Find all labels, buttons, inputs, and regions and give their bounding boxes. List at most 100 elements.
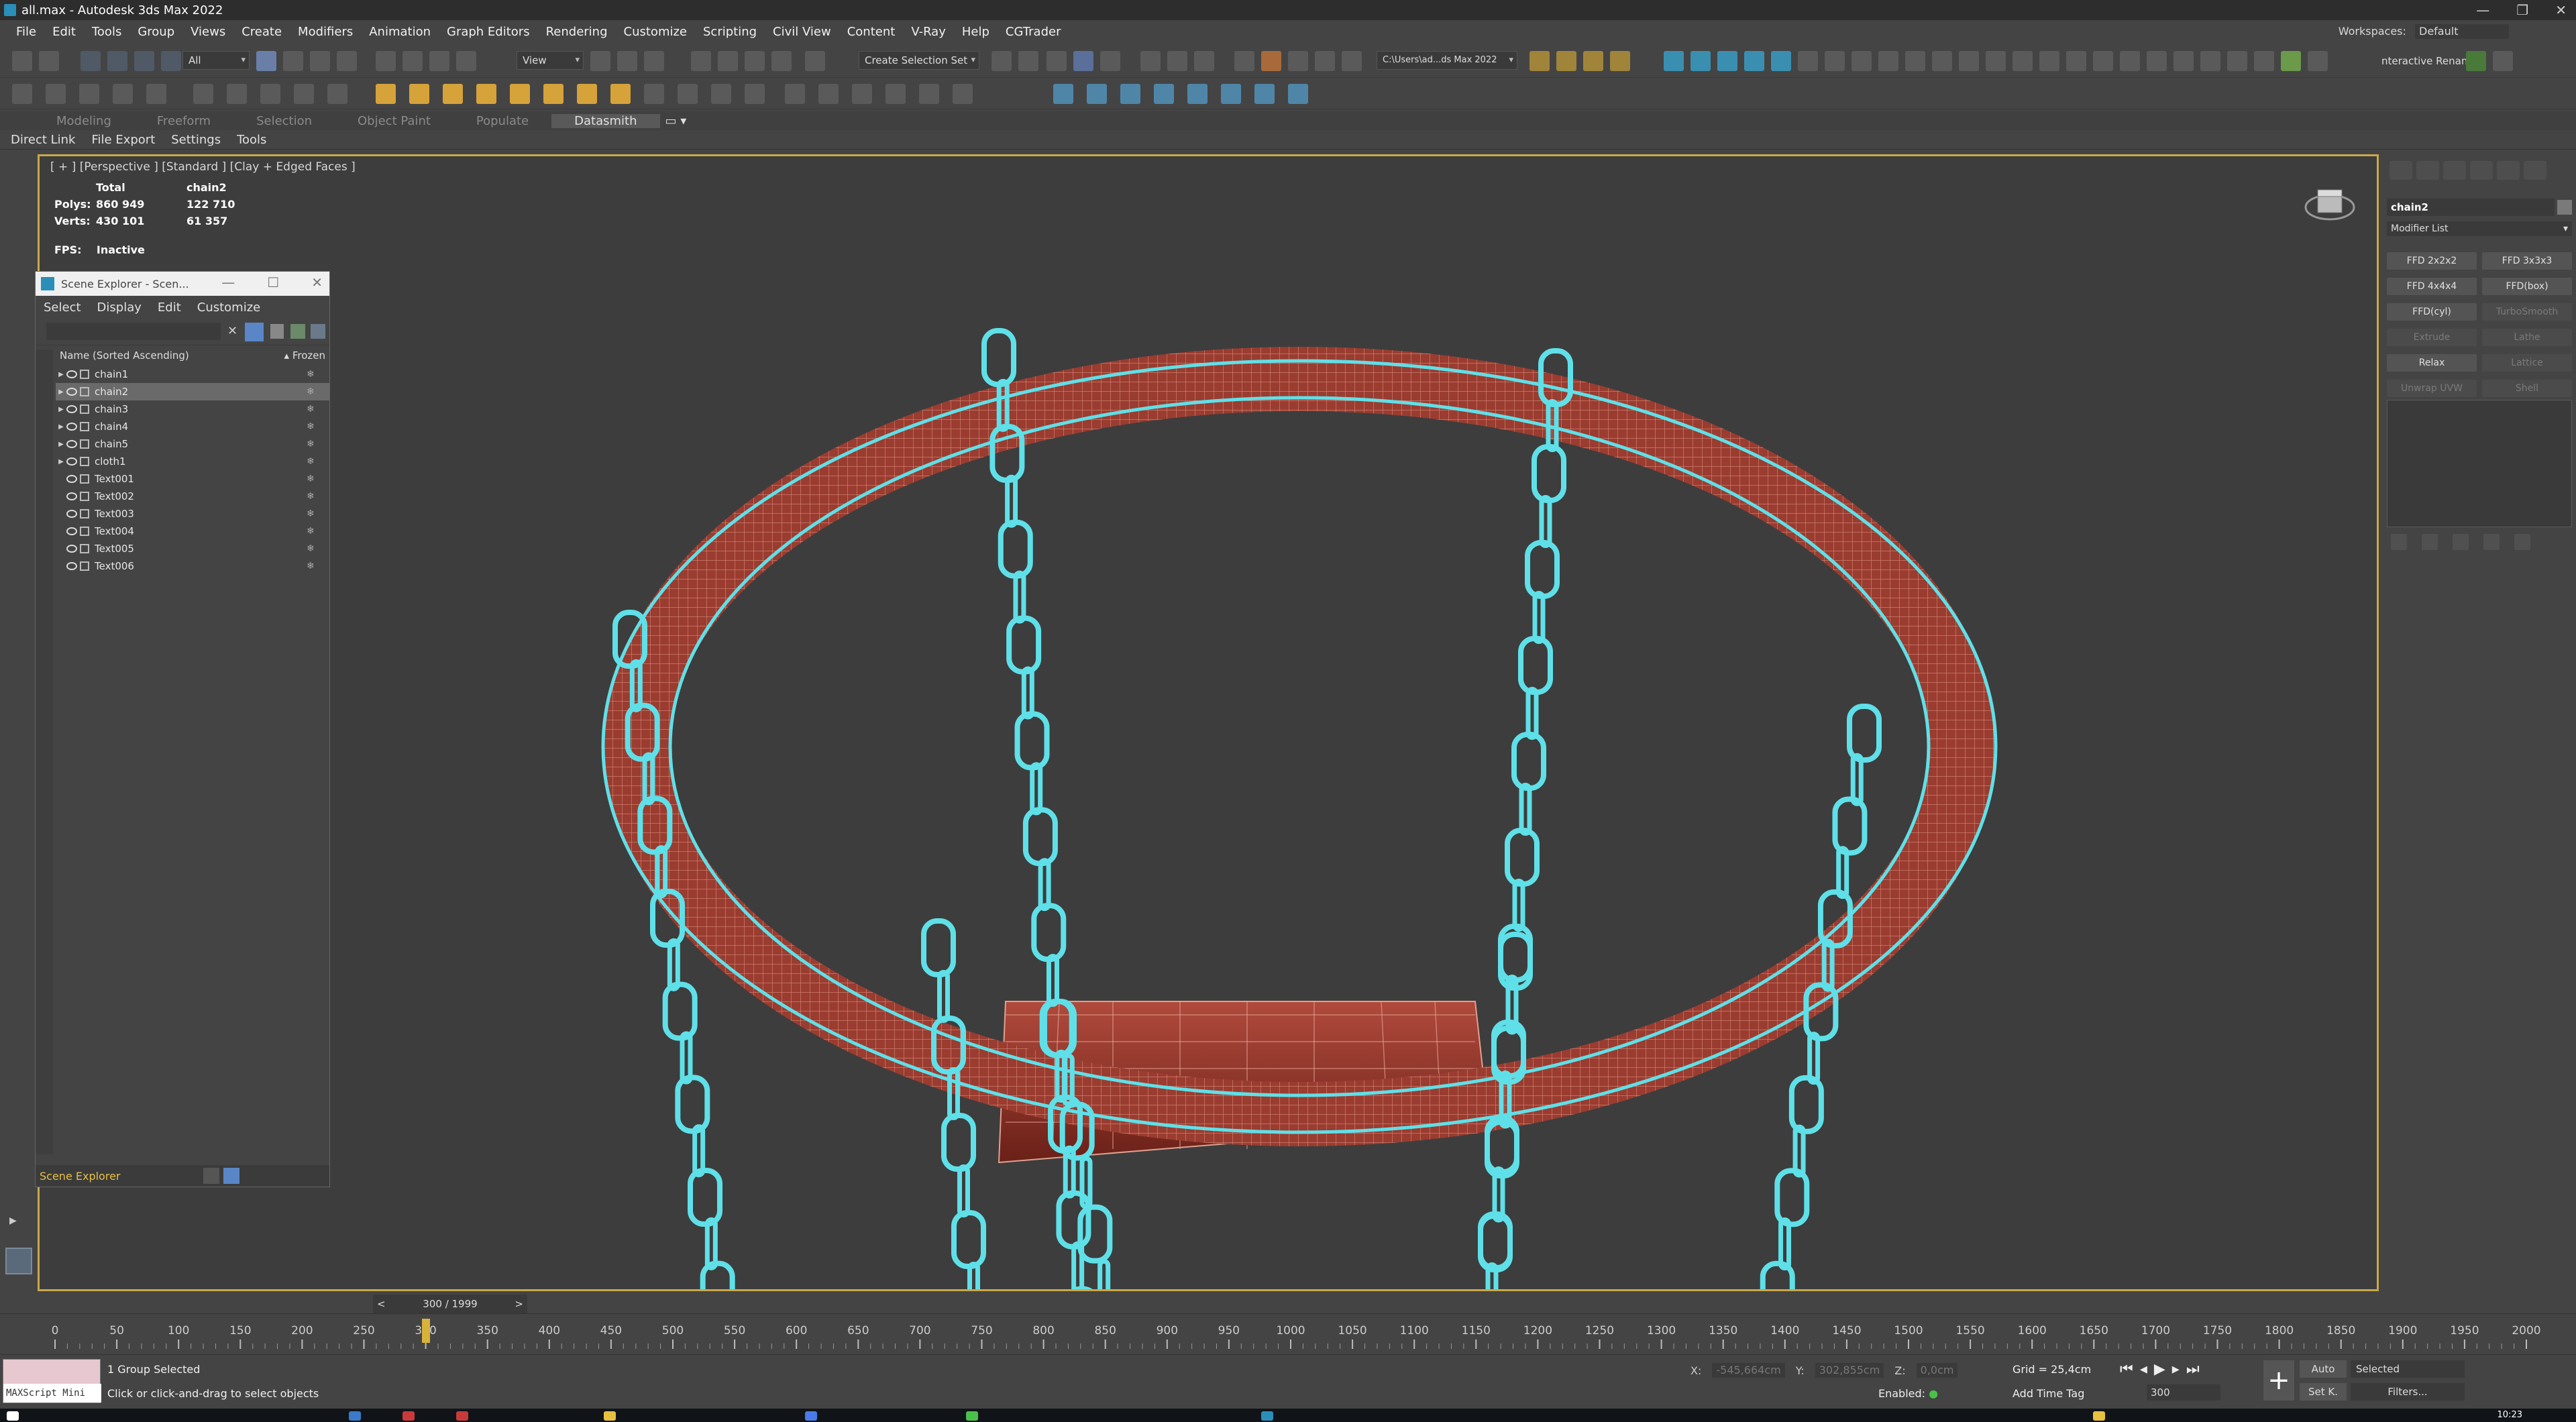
- chain-link[interactable]: [704, 1217, 718, 1270]
- start-icon[interactable]: [7, 1411, 19, 1421]
- undo-icon[interactable]: [12, 51, 32, 71]
- spinner-snap-icon[interactable]: [771, 51, 792, 71]
- material-ball-icon[interactable]: [818, 84, 839, 104]
- frozen-toggle-icon[interactable]: ❄: [307, 561, 316, 571]
- lock-icon[interactable]: [270, 324, 284, 339]
- set-key-icon[interactable]: +: [2263, 1360, 2294, 1401]
- chain-link[interactable]: [1539, 495, 1552, 548]
- visibility-eye-icon[interactable]: [66, 388, 77, 396]
- scene-object-row[interactable]: ▶ chain1 ❄: [56, 366, 329, 383]
- restore-icon[interactable]: ❐: [2516, 2, 2528, 18]
- chain-link[interactable]: [1014, 711, 1050, 771]
- modifier-button[interactable]: Shell: [2482, 380, 2572, 397]
- time-slider[interactable]: < 300 / 1999 >: [373, 1295, 527, 1313]
- vray-plane-icon[interactable]: [1878, 51, 1898, 71]
- scene-explorer-dropdown[interactable]: Scene Explorer: [40, 1170, 120, 1183]
- visibility-eye-icon[interactable]: [66, 475, 77, 483]
- search-input[interactable]: [46, 323, 221, 340]
- file-export-button[interactable]: File Export: [91, 133, 155, 147]
- modifier-button[interactable]: Relax: [2387, 354, 2477, 372]
- vray-frame-buffer-icon[interactable]: [1664, 51, 1684, 71]
- menu-file[interactable]: File: [8, 25, 44, 39]
- scene-object-row[interactable]: ▶ chain3 ❄: [56, 400, 329, 418]
- frozen-toggle-icon[interactable]: ❄: [307, 492, 316, 501]
- chain-link[interactable]: [700, 1260, 735, 1291]
- select-by-name-icon[interactable]: [283, 51, 303, 71]
- spacewarp-icon[interactable]: [711, 84, 731, 104]
- light-2-icon[interactable]: [409, 84, 429, 104]
- go-to-end-icon[interactable]: ⏭: [2186, 1361, 2200, 1378]
- scene-explorer-filter-rail[interactable]: [36, 349, 53, 1154]
- close-icon[interactable]: ✕: [311, 274, 323, 290]
- chain-link[interactable]: [981, 328, 1016, 387]
- playhead[interactable]: [421, 1319, 430, 1343]
- modifier-button[interactable]: Lattice: [2482, 354, 2572, 372]
- menu-animation[interactable]: Animation: [361, 25, 439, 39]
- chain-link[interactable]: [1525, 687, 1539, 740]
- key-filter-dropdown[interactable]: Selected: [2351, 1360, 2465, 1378]
- frozen-toggle-icon[interactable]: ❄: [307, 404, 316, 414]
- chain-link[interactable]: [957, 1164, 970, 1217]
- vray-fur-icon[interactable]: [1825, 51, 1845, 71]
- minimize-icon[interactable]: —: [221, 274, 235, 290]
- vray-light-icon[interactable]: [1717, 51, 1737, 71]
- chain-link[interactable]: [1532, 591, 1546, 644]
- frozen-toggle-icon[interactable]: ❄: [307, 544, 316, 553]
- scene-object-row[interactable]: Text001 ❄: [56, 470, 329, 488]
- show-end-result-icon[interactable]: [2422, 534, 2438, 550]
- link-icon[interactable]: [80, 51, 101, 71]
- menu-create[interactable]: Create: [233, 25, 290, 39]
- menu-customize[interactable]: Customize: [616, 25, 695, 39]
- group-tool-7-icon[interactable]: [1254, 84, 1275, 104]
- chain-link[interactable]: [1077, 1204, 1113, 1264]
- modifier-button[interactable]: Extrude: [2387, 329, 2477, 346]
- chain-link[interactable]: [1031, 903, 1067, 963]
- export-folder-icon[interactable]: [1610, 51, 1630, 71]
- vray-cosmos-icon[interactable]: [2120, 51, 2140, 71]
- chain-link[interactable]: [1067, 1286, 1097, 1291]
- taskbar-app-7-icon[interactable]: [2093, 1411, 2105, 1421]
- scene-object-row[interactable]: Text003 ❄: [56, 505, 329, 523]
- go-to-start-icon[interactable]: ⏮: [2120, 1361, 2133, 1378]
- helper-icon[interactable]: [678, 84, 698, 104]
- visibility-eye-icon[interactable]: [66, 440, 77, 448]
- make-unique-icon[interactable]: [2453, 534, 2469, 550]
- interactive-render-icon[interactable]: [2466, 51, 2486, 71]
- select-manipulate-icon[interactable]: [617, 51, 637, 71]
- configure-modifier-sets-icon[interactable]: [2514, 534, 2530, 550]
- column-name[interactable]: Name (Sorted Ascending): [60, 349, 189, 364]
- close-icon[interactable]: ✕: [2555, 2, 2567, 18]
- auto-key-button[interactable]: Auto: [2300, 1360, 2347, 1378]
- rectangular-selection-icon[interactable]: [310, 51, 330, 71]
- select-object-icon[interactable]: [256, 51, 276, 71]
- chain-link[interactable]: [1519, 783, 1532, 836]
- visibility-eye-icon[interactable]: [66, 527, 77, 535]
- chain-link[interactable]: [1832, 796, 1868, 856]
- menu-views[interactable]: Views: [182, 25, 233, 39]
- vray-dome-icon[interactable]: [1771, 51, 1791, 71]
- play-icon[interactable]: ▶: [2154, 1361, 2165, 1378]
- se-menu-display[interactable]: Display: [97, 300, 158, 315]
- light-6-icon[interactable]: [543, 84, 564, 104]
- key-filters-button[interactable]: Filters...: [2351, 1383, 2465, 1401]
- adaptive-degradation-enabled[interactable]: Enabled: ●: [1878, 1387, 1938, 1400]
- z-coordinate-field[interactable]: 0,0cm: [1916, 1363, 1958, 1378]
- maximize-icon[interactable]: ☐: [267, 274, 279, 290]
- create-tab-icon[interactable]: [2390, 161, 2412, 180]
- modifier-button[interactable]: FFD(box): [2482, 278, 2572, 295]
- scene-object-row[interactable]: ▶ cloth1 ❄: [56, 453, 329, 470]
- chain-link[interactable]: [1525, 540, 1560, 599]
- light-5-icon[interactable]: [510, 84, 530, 104]
- set-key-button[interactable]: Set K.: [2300, 1383, 2347, 1401]
- modifier-button[interactable]: FFD 4x4x4: [2387, 278, 2477, 295]
- next-frame-icon[interactable]: ▸: [2172, 1361, 2180, 1378]
- expand-arrow-icon[interactable]: ▶: [56, 371, 66, 378]
- percent-snap-icon[interactable]: [745, 51, 765, 71]
- chain-link[interactable]: [1807, 1032, 1821, 1085]
- group-tool-4-icon[interactable]: [1154, 84, 1174, 104]
- menu-group[interactable]: Group: [129, 25, 182, 39]
- scene-object-row[interactable]: ▶ chain4 ❄: [56, 418, 329, 435]
- chain-link[interactable]: [1532, 444, 1566, 503]
- group-tool-5-icon[interactable]: [1187, 84, 1208, 104]
- edit-named-sets-icon[interactable]: [805, 51, 825, 71]
